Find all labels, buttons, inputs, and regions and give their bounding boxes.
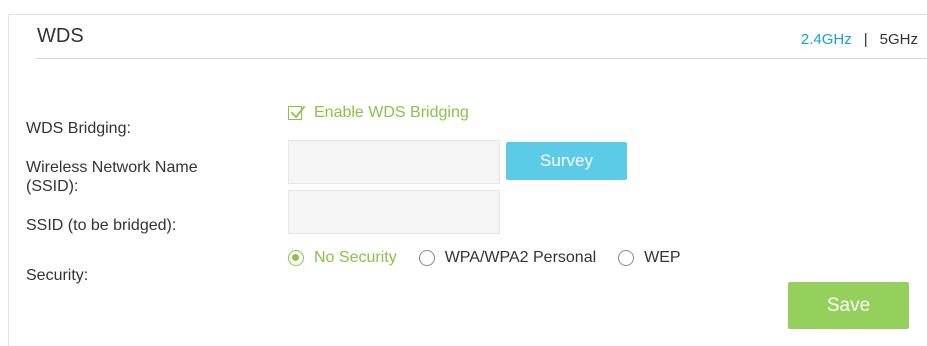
radio-selected-icon [288,250,304,266]
security-option-label: WEP [644,249,681,266]
radio-unselected-icon [618,250,635,266]
security-option-no-security[interactable]: No Security [288,249,397,267]
security-option-label: WPA/WPA2 Personal [444,249,597,266]
band-2-4ghz-link[interactable]: 2.4GHz [801,31,852,48]
save-button[interactable]: Save [788,282,909,329]
ssid-to-be-bridged-label: SSID (to be bridged): [26,217,177,234]
security-option-wpa-wpa2-personal[interactable]: WPA/WPA2 Personal [418,249,597,267]
ssid-label-line2: (SSID): [26,178,79,195]
ssid-input[interactable] [288,140,500,184]
enable-wds-bridging-label: Enable WDS Bridging [314,104,469,121]
radio-unselected-icon [418,250,435,266]
checkbox-checked-icon [288,105,305,121]
band-separator: | [863,31,868,48]
security-label: Security: [26,267,89,284]
band-5ghz-link[interactable]: 5GHz [880,31,918,48]
band-switch: 2.4GHz | 5GHz [801,31,918,48]
security-radio-group: No Security WPA/WPA2 Personal WEP [288,249,703,267]
page-title: WDS [37,25,84,47]
security-option-wep[interactable]: WEP [618,249,681,267]
ssid-label: Wireless Network Name (SSID): [26,158,246,196]
enable-wds-bridging-checkbox[interactable]: Enable WDS Bridging [288,104,469,122]
wds-bridging-label: WDS Bridging: [26,120,131,137]
panel-header: WDS 2.4GHz | 5GHz [35,15,927,59]
security-option-label: No Security [314,249,397,266]
ssid-to-be-bridged-input[interactable] [288,190,500,234]
ssid-label-line1: Wireless Network Name [26,159,198,176]
survey-button[interactable]: Survey [506,142,627,180]
